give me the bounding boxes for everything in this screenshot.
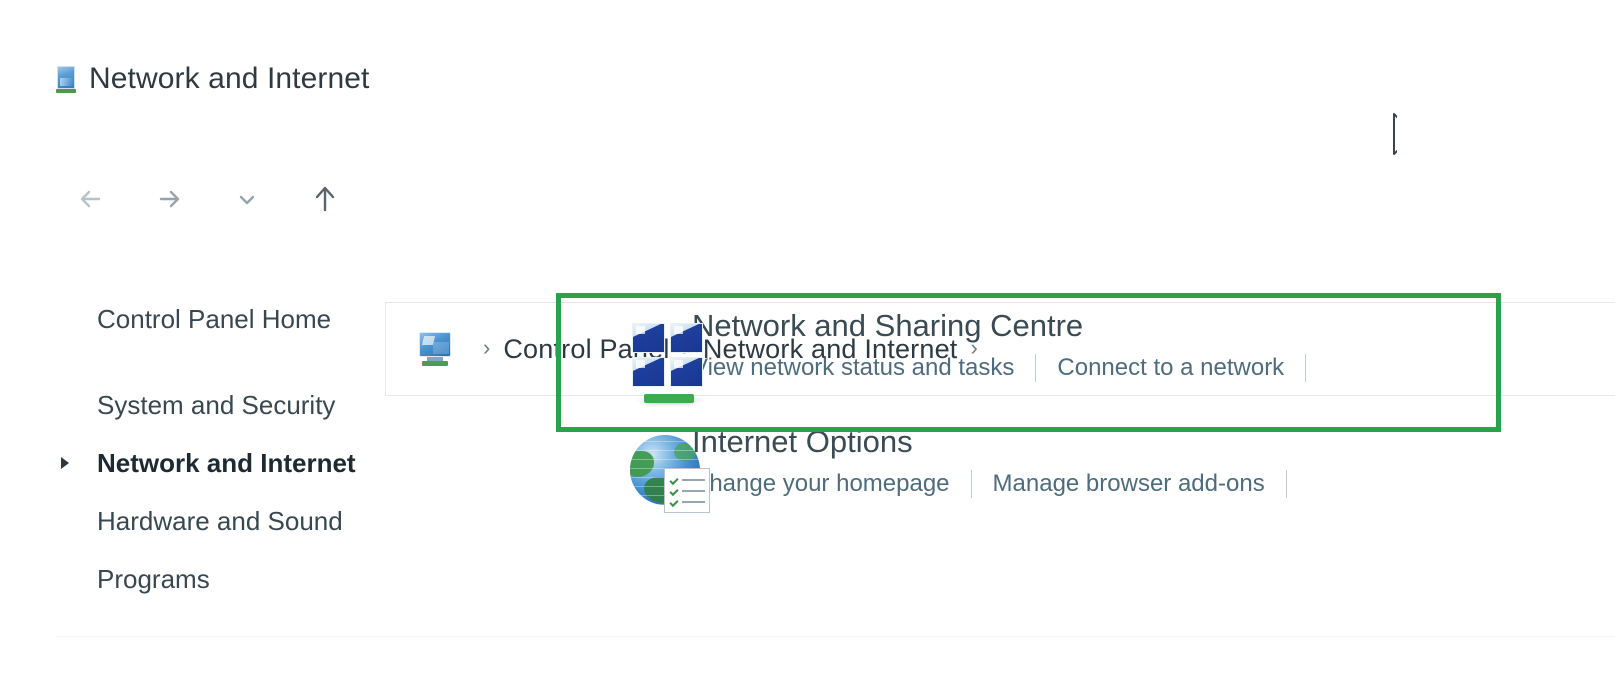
sidebar-item-network-and-internet[interactable]: Network and Internet xyxy=(0,434,540,492)
task-link-manage-browser-add-ons[interactable]: Manage browser add-ons xyxy=(993,470,1265,498)
window-title-row: Network and Internet xyxy=(55,62,369,96)
arrow-left-icon xyxy=(80,190,101,208)
sidebar-item-label: Control Panel Home xyxy=(97,303,332,334)
sidebar-item-system-and-security[interactable]: System and Security xyxy=(0,376,540,434)
sidebar: Control Panel Home System and Security N… xyxy=(0,290,540,608)
sidebar-item-label: System and Security xyxy=(97,389,336,420)
category-internet-options[interactable]: Internet Options Change your homepage Ma… xyxy=(556,409,1615,525)
mouse-pointer-icon xyxy=(1353,110,1423,173)
content-bottom-edge xyxy=(56,636,1615,637)
category-network-and-sharing-centre[interactable]: Network and Sharing Centre View network … xyxy=(556,293,1615,409)
task-link-change-your-homepage[interactable]: Change your homepage xyxy=(692,470,950,498)
chevron-down-icon xyxy=(239,195,255,205)
sidebar-item-programs[interactable]: Programs xyxy=(0,550,540,608)
up-one-level-button[interactable] xyxy=(286,163,364,235)
link-divider xyxy=(1035,353,1037,382)
link-divider xyxy=(1305,353,1307,382)
internet-options-globe-icon xyxy=(592,423,710,515)
category-list: Network and Sharing Centre View network … xyxy=(556,293,1615,525)
sidebar-item-label: Programs xyxy=(97,563,210,594)
page-title: Network and Internet xyxy=(89,62,370,95)
category-task-links: Change your homepage Manage browser add-… xyxy=(692,469,1308,498)
control-panel-window: Network and Internet › Control Panel Net… xyxy=(0,0,1615,700)
link-divider xyxy=(1285,469,1287,498)
forward-button[interactable] xyxy=(130,163,208,235)
category-title[interactable]: Internet Options xyxy=(692,424,1308,460)
arrow-up-icon xyxy=(315,186,335,212)
task-link-view-network-status[interactable]: View network status and tasks xyxy=(692,354,1014,382)
category-title[interactable]: Network and Sharing Centre xyxy=(692,308,1327,344)
network-and-sharing-centre-icon xyxy=(592,307,708,405)
sidebar-item-label: Hardware and Sound xyxy=(97,505,343,536)
current-item-marker-icon xyxy=(61,457,69,469)
network-monitor-icon xyxy=(55,65,77,93)
sidebar-item-control-panel-home[interactable]: Control Panel Home xyxy=(0,290,540,348)
nav-button-group xyxy=(52,150,364,248)
task-link-connect-to-a-network[interactable]: Connect to a network xyxy=(1057,354,1284,382)
arrow-right-icon xyxy=(159,190,180,208)
sidebar-item-hardware-and-sound[interactable]: Hardware and Sound xyxy=(0,492,540,550)
link-divider xyxy=(970,469,972,498)
recent-locations-button[interactable] xyxy=(208,163,286,235)
category-task-links: View network status and tasks Connect to… xyxy=(692,353,1327,382)
sidebar-item-label: Network and Internet xyxy=(97,447,356,478)
back-button[interactable] xyxy=(52,163,130,235)
